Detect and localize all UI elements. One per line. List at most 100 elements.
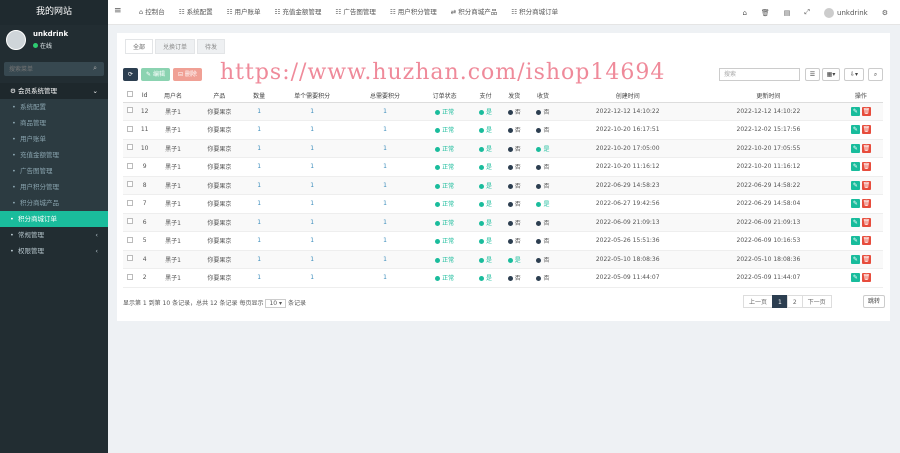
row-checkbox[interactable] [126,107,133,114]
table-row[interactable]: 12 黑子1 你要果京 1 1 1 正常 是 否 否 2022-12-12 14:10:22 2022… [123,102,883,121]
nav-tab[interactable]: ☷ 充值金额管理 [268,0,329,25]
nav-tab[interactable]: ⌂ 控制台 [132,0,172,25]
page-size-select[interactable]: 10 ▾ [265,299,287,308]
sidebar-item[interactable]: • 权限管理 ‹ [0,243,108,259]
sidebar-item[interactable]: ⚙ 会员系统管理 ⌄ [0,83,108,99]
delete-row-icon[interactable]: 🗑 [861,236,871,246]
edit-row-icon[interactable]: ✎ [850,273,860,283]
delete-row-icon[interactable]: 🗑 [861,273,871,283]
edit-row-icon[interactable]: ✎ [850,180,860,190]
page-button[interactable]: 上一页 [743,295,774,308]
sidebar-item[interactable]: • 积分商城订单 [0,211,108,227]
column-header[interactable]: 总需要积分 [351,89,419,103]
row-checkbox[interactable] [126,162,133,169]
row-checkbox[interactable] [126,125,133,132]
table-row[interactable]: 11 黑子1 你要果京 1 1 1 正常是否否 2022-10-20 16:17:51 2022… [123,120,883,140]
delete-row-icon[interactable]: 🗑 [861,254,871,264]
column-header[interactable] [123,89,137,103]
page-button[interactable]: 2 [786,295,803,308]
status-tab[interactable]: 兑换订单 [155,39,196,54]
edit-row-icon[interactable]: ✎ [850,143,860,153]
column-header[interactable]: 单个需要积分 [272,89,352,103]
column-header[interactable]: 发货 [499,89,529,103]
nav-tab[interactable]: ☷ 系统配置 [172,0,220,25]
nav-tab[interactable]: ☷ 用户账单 [220,0,268,25]
sidebar-item[interactable]: • 商品管理 [0,115,108,131]
row-checkbox[interactable] [126,144,133,151]
search-icon[interactable]: ⌕ [93,64,97,73]
delete-row-icon[interactable]: 🗑 [861,162,871,172]
sidebar-item[interactable]: • 用户账单 [0,131,108,147]
edit-row-icon[interactable]: ✎ [850,199,860,209]
nav-tab[interactable]: ☷ 积分商城订单 [504,0,565,25]
settings-icon[interactable]: ⚙ [882,9,888,17]
sidebar-item[interactable]: • 广告图管理 [0,163,108,179]
column-header[interactable]: Id [136,89,154,103]
user-menu[interactable]: unkdrink [824,7,868,18]
table-row[interactable]: 5 黑子1 你要果京 1 1 1 正常 是 否 否 2022-05-26 15:51:36 2022-… [123,231,883,251]
sidebar-item[interactable]: • 常规管理 ‹ [0,227,108,243]
delete-row-icon[interactable]: 🗑 [861,125,871,135]
delete-row-icon[interactable]: 🗑 [861,217,871,227]
delete-row-icon[interactable]: 🗑 [861,106,871,116]
edit-row-icon[interactable]: ✎ [850,254,860,264]
column-header[interactable]: 产品 [192,89,246,103]
row-checkbox[interactable] [126,236,133,243]
edit-row-icon[interactable]: ✎ [850,125,860,135]
column-header[interactable]: 更新时间 [698,89,839,103]
trash-icon[interactable]: 🗑 [761,9,770,17]
nav-tab[interactable]: ☷ 用户积分管理 [383,0,444,25]
column-header[interactable]: 订单状态 [418,89,472,103]
column-header[interactable]: 支付 [471,89,500,103]
page-button[interactable]: 1 [772,295,788,308]
table-row[interactable]: 2 黑子1 你要果京 1 1 1 正常 是 否 否 2022-05-09 11:44:07 2022-… [123,268,883,288]
column-header[interactable]: 操作 [838,89,883,103]
row-checkbox[interactable] [126,181,133,188]
edit-row-icon[interactable]: ✎ [850,162,860,172]
menu-search-input[interactable] [4,62,92,76]
delete-button[interactable]: ⊟ 删除 [172,68,202,81]
jump-button[interactable]: 跳转 [863,295,886,308]
columns-icon[interactable]: ▦▾ [822,68,840,81]
select-all-checkbox[interactable] [126,91,133,98]
table-row[interactable]: 6 黑子1 你要果京 1 1 1 正常 是 否 否 2022-06-09 21:09:13 2022-… [123,213,883,232]
fullscreen-icon[interactable]: ⤢ [804,8,810,17]
delete-row-icon[interactable]: 🗑 [861,143,871,153]
edit-row-icon[interactable]: ✎ [850,217,860,227]
status-tab[interactable]: 全部 [125,39,154,54]
sidebar-item[interactable]: • 用户积分管理 [0,179,108,195]
delete-row-icon[interactable]: 🗑 [861,180,871,190]
row-checkbox[interactable] [126,199,133,206]
row-checkbox[interactable] [126,273,133,280]
sidebar-item[interactable]: • 积分商城产品 [0,195,108,211]
site-logo[interactable]: 我的网站 [0,0,108,25]
nav-tab[interactable]: ☷ 广告图管理 [328,0,382,25]
column-header[interactable]: 用户名 [153,89,193,103]
table-row[interactable]: 7 黑子1 你要果京 1 1 1 正常 是 否 是 2022-06-27 19:42:56 2022-… [123,194,883,214]
export-icon[interactable]: ⇩▾ [844,68,864,81]
sidebar-item[interactable]: • 充值金额管理 [0,147,108,163]
page-button[interactable]: 下一页 [801,295,832,308]
refresh-button[interactable]: ⟳ [123,68,139,81]
clear-icon[interactable]: ▤ [784,9,791,17]
table-row[interactable]: 8 黑子1 你要果京 1 1 1 正常 是 否 否 2022-06-29 14:58:23 2022-… [123,176,883,195]
delete-row-icon[interactable]: 🗑 [861,199,871,209]
edit-row-icon[interactable]: ✎ [850,106,860,116]
column-header[interactable]: 创建时间 [557,89,699,103]
toggle-view-icon[interactable]: ☰ [805,68,820,81]
table-search-input[interactable]: 搜索 [719,68,800,81]
menu-toggle-icon[interactable]: ≡ [114,6,122,16]
row-checkbox[interactable] [126,255,133,262]
column-header[interactable]: 收货 [528,89,558,103]
column-header[interactable]: 数量 [245,89,273,103]
advanced-search-icon[interactable]: ⌕ [868,68,883,81]
status-tab[interactable]: 待发 [197,39,226,54]
table-row[interactable]: 9 黑子1 你要果京 1 1 1 正常 是 否 否 2022-10-20 11:16:12 2022-… [123,157,883,177]
nav-tab[interactable]: ⇄ 积分商城产品 [444,0,505,25]
edit-row-icon[interactable]: ✎ [850,236,860,246]
home-icon[interactable]: ⌂ [742,9,746,17]
table-row[interactable]: 4 黑子1 你要果京 1 1 1 正常 是 是 否 2022-05-10 18:08:36 2022-… [123,250,883,269]
sidebar-item[interactable]: • 系统配置 [0,99,108,115]
row-checkbox[interactable] [126,218,133,225]
edit-button[interactable]: ✎ 编辑 [141,68,170,81]
